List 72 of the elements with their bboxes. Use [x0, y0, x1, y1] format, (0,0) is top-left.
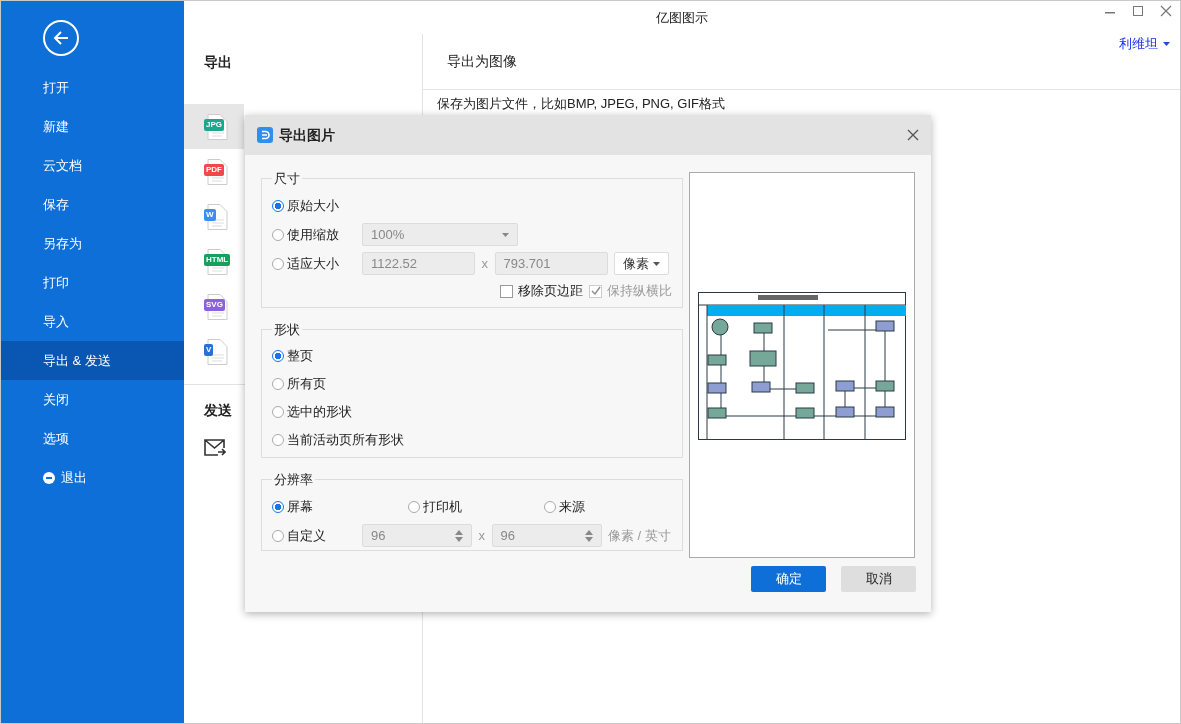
checkbox-option[interactable]: 移除页边距 — [499, 281, 583, 301]
times-sign: x — [481, 254, 488, 273]
file-type-tag: V — [204, 343, 214, 356]
radio-button[interactable] — [544, 500, 556, 513]
sidebar-item[interactable]: 导出 & 发送 — [1, 341, 184, 380]
shape-option[interactable]: 整页 — [272, 342, 313, 370]
times-sign: x — [478, 526, 485, 545]
shape-option[interactable]: 所有页 — [272, 370, 326, 398]
back-button[interactable] — [43, 20, 79, 56]
sidebar-item[interactable]: 选项 — [1, 419, 184, 458]
shape-option[interactable]: 选中的形状 — [272, 398, 352, 426]
size-option[interactable]: 原始大小 — [272, 191, 362, 220]
resolution-option[interactable]: 打印机 — [408, 492, 462, 521]
close-icon[interactable] — [907, 129, 919, 141]
close-icon[interactable] — [1160, 5, 1172, 17]
radio-button[interactable] — [272, 378, 284, 390]
file-format-item[interactable]: PDF — [184, 149, 244, 194]
exit-icon — [43, 471, 55, 484]
back-arrow-icon — [52, 29, 70, 47]
sidebar-item[interactable]: 另存为 — [1, 224, 184, 263]
document-icon — [204, 338, 228, 365]
sidebar-item[interactable]: 新建 — [1, 107, 184, 146]
radio-button[interactable] — [272, 529, 284, 542]
file-format-item[interactable]: JPG — [184, 104, 244, 149]
unit-dropdown[interactable]: 像素 — [614, 252, 669, 275]
maximize-icon[interactable] — [1132, 5, 1144, 17]
caret-icon — [653, 261, 660, 266]
radio-button[interactable] — [272, 199, 284, 212]
size-option[interactable]: 适应大小 — [272, 249, 362, 278]
sidebar-item[interactable]: 云文档 — [1, 146, 184, 185]
section-heading: 导出 — [204, 52, 232, 72]
ok-button[interactable]: 确定 — [751, 566, 826, 592]
radio-button[interactable] — [272, 500, 284, 513]
radio-button[interactable] — [272, 350, 284, 362]
resolution-option[interactable]: 来源 — [544, 492, 585, 521]
cancel-button[interactable]: 取消 — [841, 566, 916, 592]
sidebar-item[interactable]: 打印 — [1, 263, 184, 302]
checkbox[interactable] — [499, 284, 513, 298]
radio-button[interactable] — [272, 257, 284, 270]
checkmark-icon — [590, 286, 601, 296]
dialog-title: 导出图片 — [279, 125, 335, 145]
window-title: 亿图图示 — [656, 8, 708, 27]
resolution-option[interactable]: 屏幕 — [272, 492, 313, 521]
sidebar-item[interactable]: 保存 — [1, 185, 184, 224]
file-format-item[interactable]: V — [184, 329, 244, 374]
group-label: 分辨率 — [274, 472, 313, 487]
unit-label: 像素 / 英寸 — [608, 526, 671, 545]
radio-button[interactable] — [272, 434, 284, 446]
panel-heading: 导出为图像 — [447, 52, 517, 71]
radio-button[interactable] — [272, 406, 284, 418]
shape-option[interactable]: 当前活动页所有形状 — [272, 426, 404, 454]
file-format-item[interactable]: SVG — [184, 284, 244, 329]
sidebar-item[interactable]: 打开 — [1, 68, 184, 107]
file-type-tag: W — [204, 208, 216, 221]
file-format-item[interactable]: W — [184, 194, 244, 239]
sidebar-item[interactable]: 导入 — [1, 302, 184, 341]
caret-icon — [1163, 41, 1170, 46]
radio-button[interactable] — [272, 228, 284, 241]
mail-icon[interactable] — [204, 439, 226, 457]
group-label: 形状 — [274, 322, 300, 337]
file-format-item[interactable]: HTML — [184, 239, 244, 284]
size-option[interactable]: 使用缩放 — [272, 220, 362, 249]
app-logo-icon — [257, 127, 273, 143]
group-label: 尺寸 — [274, 171, 300, 186]
description-text: 保存为图片文件，比如BMP, JPEG, PNG, GIF格式 — [436, 95, 726, 113]
sidebar-item[interactable]: 关闭 — [1, 380, 184, 419]
section-heading: 发送 — [204, 400, 232, 420]
user-menu[interactable]: 利维坦 — [1119, 34, 1170, 54]
sidebar-item[interactable]: 退出 — [1, 458, 184, 497]
resolution-option[interactable]: 自定义 — [272, 521, 326, 550]
caret-icon — [502, 232, 509, 237]
radio-button[interactable] — [408, 500, 420, 513]
